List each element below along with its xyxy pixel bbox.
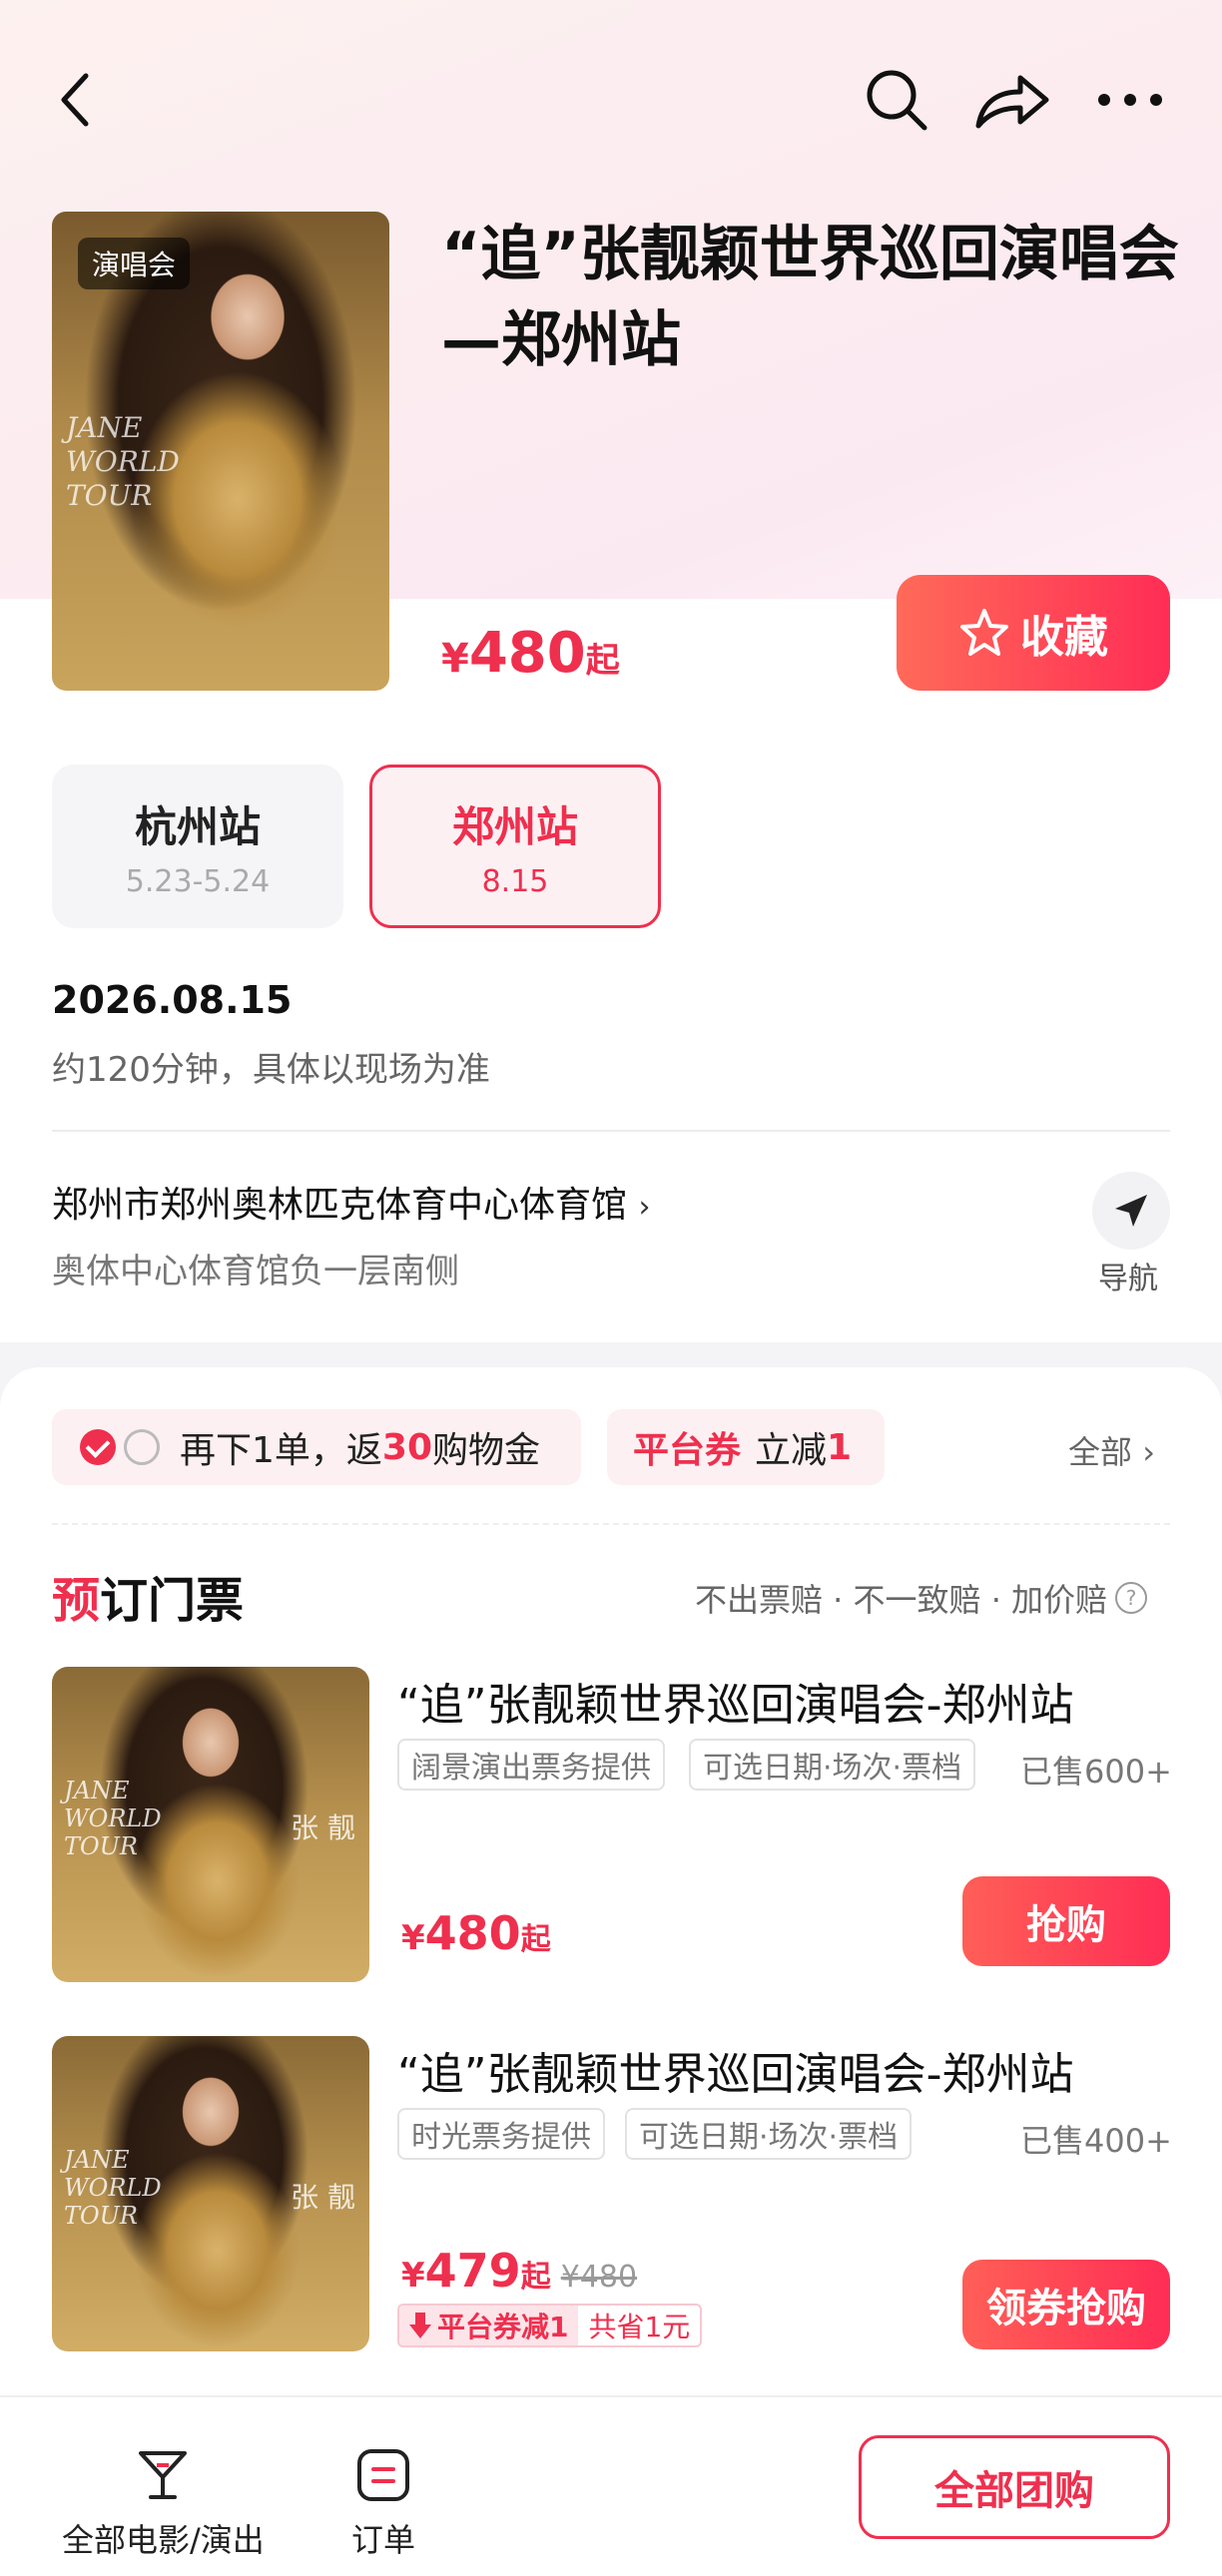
item-thumbnail[interactable]: JANE WORLD TOUR 张 靓 [52,2036,369,2351]
coupon-tag: 平台券减1 共省1元 [397,2304,703,2347]
buy-button[interactable]: 抢购 [962,1876,1170,1966]
question-icon: ? [1115,1582,1148,1614]
event-title: “追”张靓颖世界巡回演唱会—郑州站 [441,220,1179,375]
options-chip: 可选日期·场次·票档 [625,2108,913,2160]
item-title[interactable]: “追”张靓颖世界巡回演唱会-郑州站 [397,2038,1176,2102]
station-hangzhou[interactable]: 杭州站 5.23-5.24 [52,765,343,928]
search-icon [867,70,927,131]
thumbnail-text: JANE WORLD TOUR [64,2146,162,2230]
chevron-left-icon [61,73,89,127]
divider [52,1130,1170,1132]
thumbnail-text: JANE WORLD TOUR [64,1777,162,1860]
item-price: ¥480起 [401,1906,551,1960]
check-icon [80,1429,116,1465]
search-button[interactable] [857,60,936,140]
share-icon [975,75,1049,129]
chevron-right-icon: › [638,1190,651,1225]
provider-chip: 时光票务提供 [397,2108,605,2160]
station-name: 杭州站 [134,802,261,851]
sold-count: 已售400+ [1020,2122,1172,2160]
event-price: ¥480起 [441,621,620,686]
order-icon [357,2449,409,2501]
sold-count: 已售600+ [1020,1753,1172,1791]
share-button[interactable] [972,60,1052,140]
more-icon [1098,94,1162,106]
down-arrow-icon [409,2313,431,2338]
detail-background [0,599,1222,1342]
tab-orders[interactable]: 订单 [351,2447,415,2561]
item-thumbnail[interactable]: JANE WORLD TOUR 张 靓 [52,1667,369,1982]
station-name: 郑州站 [451,802,578,851]
event-duration: 约120分钟，具体以现场为准 [52,1050,490,1090]
station-dates: 5.23-5.24 [125,864,271,899]
favorite-label: 收藏 [1020,612,1108,663]
item-title[interactable]: “追”张靓颖世界巡回演唱会-郑州站 [397,1669,1176,1733]
all-group-buy-button[interactable]: 全部团购 [859,2435,1170,2539]
item-price: ¥479起 ¥480 [401,2244,638,2298]
cashback-promo[interactable]: 再下1单，返 30 购物金 [52,1409,581,1485]
thumbnail-text: 张 靓 [291,2181,355,2214]
venue-link[interactable]: 郑州市郑州奥林匹克体育中心体育馆 › [52,1176,650,1228]
favorite-button[interactable]: 收藏 [897,575,1170,691]
original-price: ¥480 [560,2260,638,2295]
guarantee-info[interactable]: 不出票赔 · 不一致赔 · 加价赔 ? [695,1575,1148,1621]
chevron-right-icon: › [1142,1433,1155,1471]
venue-address: 奥体中心体育馆负一层南侧 [52,1252,459,1291]
category-tag: 演唱会 [78,238,191,289]
venue-name: 郑州市郑州奥林匹克体育中心体育馆 [52,1185,628,1226]
platform-coupon-promo[interactable]: 平台券 立减 1 [607,1409,885,1485]
station-dates: 8.15 [481,864,549,899]
dashed-divider [52,1523,1170,1525]
coupon-buy-button[interactable]: 领券抢购 [962,2260,1170,2349]
star-icon [960,609,1008,656]
tab-all-shows[interactable]: 全部电影/演出 [62,2447,265,2561]
all-promos-link[interactable]: 全部 › [1068,1427,1155,1473]
cocktail-glass-icon [139,2451,188,2499]
event-poster[interactable]: 演唱会 JANE WORLD TOUR [52,212,389,691]
more-button[interactable] [1090,60,1170,140]
navigate-button[interactable] [1092,1172,1170,1250]
unchecked-circle-icon [124,1429,160,1465]
navigation-arrow-icon [1115,1195,1147,1227]
section-title: 预订门票 [52,1573,245,1629]
provider-chip: 阔景演出票务提供 [397,1739,665,1791]
navigate-label: 导航 [1098,1262,1158,1296]
options-chip: 可选日期·场次·票档 [689,1739,976,1791]
thumbnail-text: 张 靓 [291,1811,355,1844]
station-zhengzhou[interactable]: 郑州站 8.15 [369,765,661,928]
event-date: 2026.08.15 [52,978,293,1022]
poster-text: JANE WORLD TOUR [66,411,180,512]
back-button[interactable] [36,60,116,140]
